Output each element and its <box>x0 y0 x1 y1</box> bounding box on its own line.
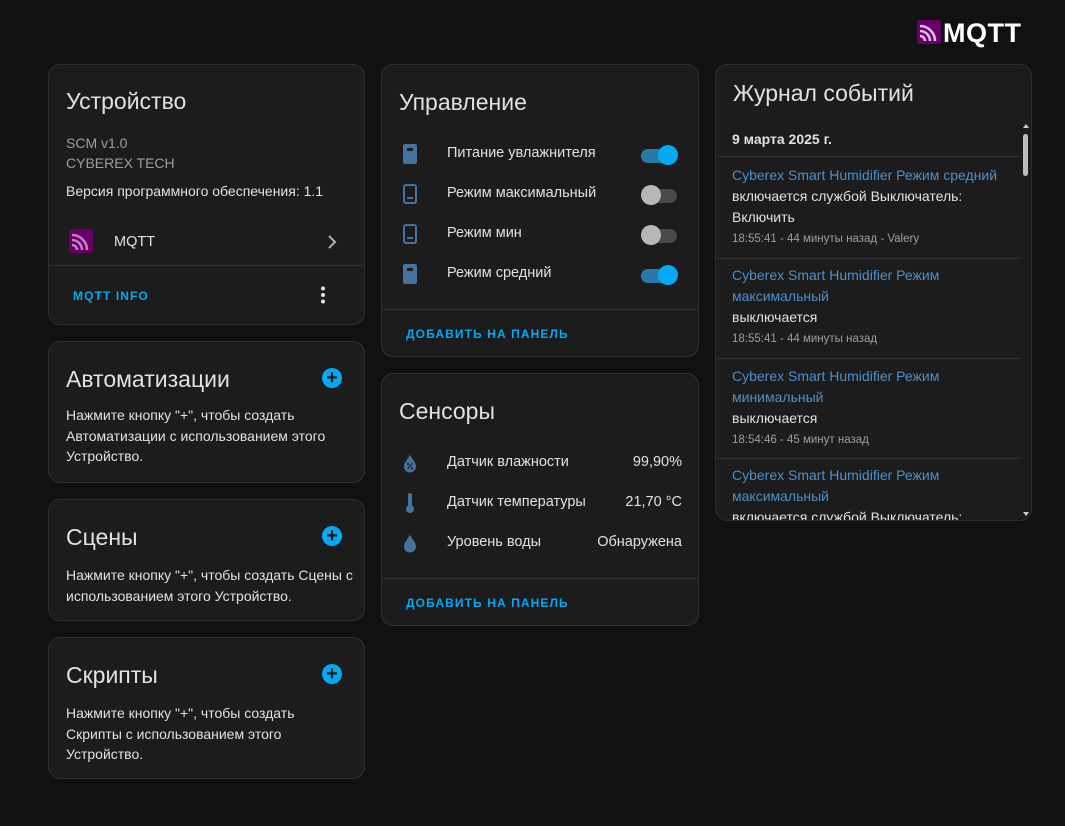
logbook-entry: Cyberex Smart Humidifier Режим максималь… <box>732 265 1022 348</box>
logbook-meta: 18:54:46 - 45 минут назад <box>732 434 869 446</box>
sensors-divider <box>382 578 698 579</box>
humidifier-off-icon <box>403 224 417 244</box>
control-label: Питание увлажнителя <box>447 145 596 161</box>
logbook-separator <box>716 156 1022 157</box>
mqtt-integration-icon <box>69 229 93 253</box>
thermometer-icon <box>406 493 414 513</box>
control-row[interactable]: Режим максимальный <box>382 174 698 214</box>
device-card: Устройство SCM v1.0 CYBEREX TECH Версия … <box>48 64 365 325</box>
logbook-message: включается службой Выключатель: Включить <box>732 188 963 225</box>
add-scene-button[interactable]: + <box>322 526 342 546</box>
automations-card: Автоматизации + Нажмите кнопку "+", чтоб… <box>48 341 365 483</box>
sensor-row[interactable]: Уровень воды Обнаружена <box>382 523 698 563</box>
logbook-title: Журнал событий <box>733 80 914 106</box>
more-vertical-icon[interactable] <box>320 286 326 304</box>
logbook-card: Журнал событий 9 марта 2025 г. Cyberex S… <box>715 64 1032 521</box>
humidifier-on-icon <box>403 144 417 164</box>
mqtt-logo-text: MQTT <box>943 18 1022 48</box>
toggle-switch[interactable] <box>641 225 678 245</box>
logbook-meta: 18:55:41 - 44 минуты назад - Valery <box>732 233 920 245</box>
control-row[interactable]: Режим мин <box>382 214 698 254</box>
device-model: SCM v1.0 <box>66 135 128 151</box>
logbook-entry: Cyberex Smart Humidifier Режим минимальн… <box>732 366 1022 449</box>
sensor-row[interactable]: Датчик влажности 99,90% <box>382 443 698 483</box>
sensor-label: Датчик влажности <box>447 454 569 470</box>
scripts-title: Скрипты <box>66 662 158 688</box>
add-sensors-to-dashboard-button[interactable]: ДОБАВИТЬ НА ПАНЕЛЬ <box>406 596 569 610</box>
sensor-label: Уровень воды <box>447 534 542 550</box>
logbook-entry: Cyberex Smart Humidifier Режим средний в… <box>732 165 1022 248</box>
automations-description: Нажмите кнопку "+", чтобы создать Автома… <box>66 407 326 464</box>
mqtt-info-button[interactable]: MQTT INFO <box>73 289 149 303</box>
scenes-card: Сцены + Нажмите кнопку "+", чтобы создат… <box>48 499 365 621</box>
scenes-title: Сцены <box>66 524 138 550</box>
scrollbar-thumb[interactable] <box>1023 134 1028 176</box>
logbook-entity-link[interactable]: Cyberex Smart Humidifier Режим минимальн… <box>732 366 1022 408</box>
mqtt-logo: MQTT <box>917 18 1027 48</box>
add-controls-to-dashboard-button[interactable]: ДОБАВИТЬ НА ПАНЕЛЬ <box>406 327 569 341</box>
toggle-switch[interactable] <box>641 185 678 205</box>
control-label: Режим средний <box>447 265 552 281</box>
water-percent-icon <box>404 455 416 473</box>
logbook-entry: Cyberex Smart Humidifier Режим максималь… <box>732 465 1022 521</box>
mqtt-logo-icon <box>917 20 941 44</box>
toggle-switch[interactable] <box>641 265 678 285</box>
device-manufacturer: CYBEREX TECH <box>66 155 175 171</box>
integration-label: MQTT <box>114 234 156 250</box>
control-label: Режим мин <box>447 225 522 241</box>
scroll-up-icon[interactable] <box>1022 123 1030 129</box>
device-card-title: Устройство <box>66 88 187 114</box>
controls-divider <box>382 309 698 310</box>
logbook-date: 9 марта 2025 г. <box>732 131 832 147</box>
add-script-button[interactable]: + <box>322 664 342 684</box>
control-label: Режим максимальный <box>447 185 597 201</box>
sensor-value: 99,90% <box>632 454 682 470</box>
logbook-separator <box>716 258 1022 259</box>
logbook-meta: 18:55:41 - 44 минуты назад <box>732 333 878 345</box>
logbook-message: выключается <box>732 309 818 325</box>
controls-card: Управление Питание увлажнителя Режим мак… <box>381 64 699 357</box>
sensor-row[interactable]: Датчик температуры 21,70 °C <box>382 483 698 523</box>
device-card-divider <box>49 265 364 266</box>
scroll-down-icon[interactable] <box>1022 511 1030 517</box>
sensor-value: Обнаружена <box>597 534 682 550</box>
logbook-separator <box>716 358 1022 359</box>
logbook-separator <box>716 458 1022 459</box>
add-automation-button[interactable]: + <box>322 368 342 388</box>
humidifier-on-icon <box>403 264 417 284</box>
scripts-description: Нажмите кнопку "+", чтобы создать Скрипт… <box>66 705 295 762</box>
control-row[interactable]: Режим средний <box>382 254 698 294</box>
logbook-entity-link[interactable]: Cyberex Smart Humidifier Режим средний <box>732 165 1022 186</box>
sensor-label: Датчик температуры <box>447 494 586 510</box>
integration-row[interactable]: MQTT <box>49 221 364 265</box>
sensor-value: 21,70 °C <box>625 494 682 510</box>
scenes-description: Нажмите кнопку "+", чтобы создать Сцены … <box>66 567 353 604</box>
logbook-message: выключается <box>732 410 818 426</box>
water-drop-icon <box>404 535 416 553</box>
sensors-title: Сенсоры <box>399 398 495 424</box>
controls-title: Управление <box>399 89 527 115</box>
toggle-switch[interactable] <box>641 145 678 165</box>
chevron-right-icon <box>328 235 337 249</box>
logbook-entity-link[interactable]: Cyberex Smart Humidifier Режим максималь… <box>732 465 1022 507</box>
logbook-entity-link[interactable]: Cyberex Smart Humidifier Режим максималь… <box>732 265 1022 307</box>
sensors-card: Сенсоры Датчик влажности 99,90% Датчик т… <box>381 373 699 626</box>
scripts-card: Скрипты + Нажмите кнопку "+", чтобы созд… <box>48 637 365 779</box>
logbook-scrollbar[interactable] <box>1021 123 1031 520</box>
control-row[interactable]: Питание увлажнителя <box>382 134 698 174</box>
humidifier-off-icon <box>403 184 417 204</box>
automations-title: Автоматизации <box>66 366 230 392</box>
logbook-message: включается службой Выключатель: <box>732 509 963 521</box>
firmware-version: Версия программного обеспечения: 1.1 <box>66 183 324 199</box>
